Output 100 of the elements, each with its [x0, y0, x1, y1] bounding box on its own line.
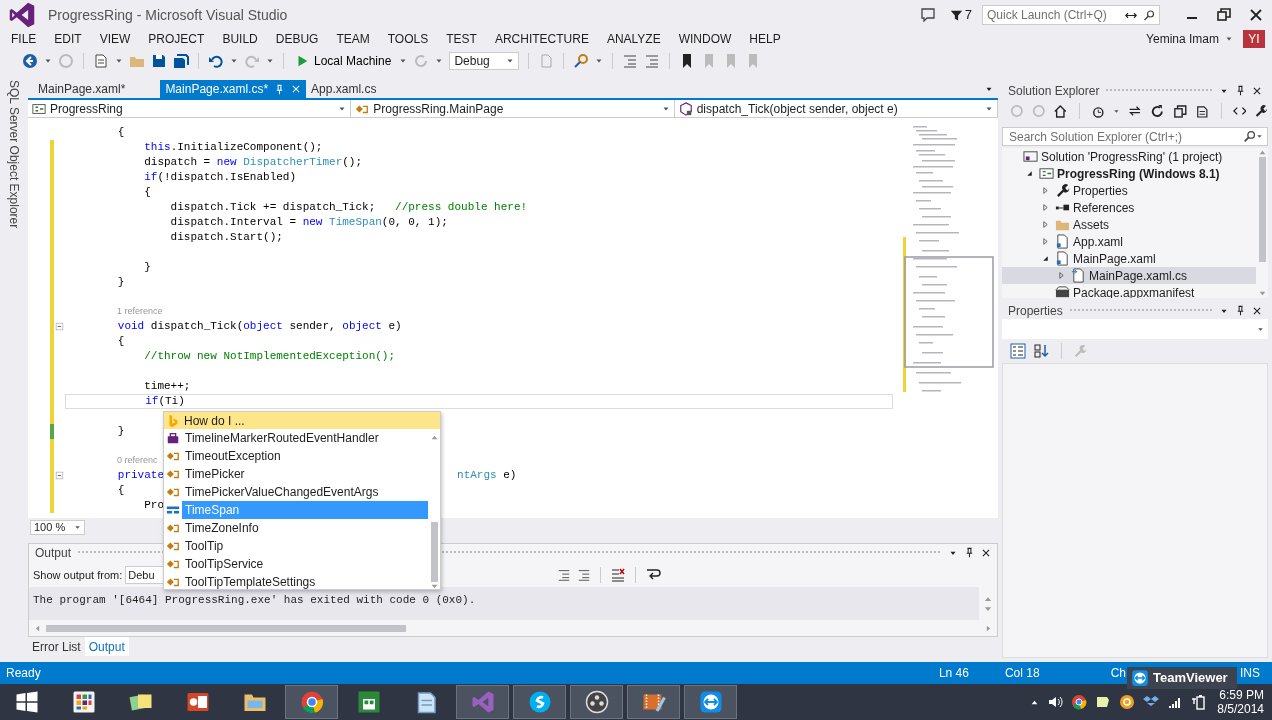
- collapse-all-icon[interactable]: [1172, 103, 1188, 119]
- completion-item[interactable]: ToolTip: [182, 537, 428, 555]
- pin-icon[interactable]: [1235, 305, 1246, 316]
- running-app-tile[interactable]: [285, 685, 338, 719]
- tree-item[interactable]: Assets: [1002, 216, 1256, 233]
- completion-item[interactable]: ToolTipTemplateSettings: [182, 573, 428, 591]
- user-avatar[interactable]: YI: [1243, 30, 1265, 48]
- scroll-left-icon[interactable]: [33, 623, 42, 633]
- scrollbar-thumb[interactable]: [46, 624, 406, 632]
- tree-item[interactable]: ProgressRing (Windows 8.1): [1002, 165, 1256, 182]
- caret-icon[interactable]: [266, 57, 274, 65]
- configuration-dropdown[interactable]: Debug: [449, 52, 520, 70]
- collapsed-icon[interactable]: [1056, 271, 1066, 280]
- completion-item[interactable]: TimelineMarkerRoutedEventHandler: [182, 429, 428, 447]
- menu-item[interactable]: WINDOW: [669, 30, 741, 48]
- save-all-icon[interactable]: [173, 53, 189, 69]
- menu-item[interactable]: FILE: [2, 30, 46, 48]
- tree-item[interactable]: App.xaml: [1002, 233, 1256, 250]
- quick-launch-field[interactable]: Quick Launch (Ctrl+Q): [982, 5, 1160, 25]
- navigation-dropdown[interactable]: ProgressRing: [28, 100, 352, 117]
- close-icon[interactable]: [1252, 305, 1262, 316]
- collapsed-icon[interactable]: [1040, 220, 1050, 229]
- browser-icon[interactable]: [1071, 694, 1088, 710]
- notification-count[interactable]: 7: [964, 5, 972, 25]
- running-app-tile[interactable]: [570, 685, 623, 719]
- collapsed-icon[interactable]: [1040, 237, 1050, 246]
- running-app-tile[interactable]: [684, 685, 737, 719]
- properties-icon[interactable]: [1254, 104, 1268, 118]
- menu-item[interactable]: EDIT: [45, 30, 91, 48]
- menu-item[interactable]: TEST: [437, 30, 486, 48]
- collapse-icon[interactable]: [55, 471, 64, 480]
- start-icon[interactable]: [14, 690, 39, 714]
- app-grid-icon[interactable]: [71, 690, 96, 714]
- clock-time[interactable]: 6:59 PM: [1217, 688, 1264, 702]
- running-app-tile[interactable]: [513, 685, 566, 719]
- tree-item[interactable]: Properties: [1002, 182, 1256, 199]
- run-button[interactable]: Local Machine: [293, 52, 394, 70]
- note-icon[interactable]: [1095, 694, 1112, 710]
- navigation-dropdown[interactable]: ProgressRing.MainPage: [351, 100, 675, 117]
- panel-tab[interactable]: Output: [84, 637, 129, 656]
- menu-item[interactable]: ANALYZE: [597, 30, 670, 48]
- document-tab[interactable]: App.xaml.cs: [306, 80, 382, 98]
- code-icon[interactable]: [1232, 104, 1247, 118]
- caret-icon[interactable]: [230, 57, 238, 65]
- chat-icon[interactable]: [527, 690, 552, 714]
- clear-icon[interactable]: [610, 567, 627, 583]
- caret-icon[interactable]: [595, 57, 604, 65]
- completion-item[interactable]: TimeoutException: [182, 447, 428, 465]
- new-item-icon[interactable]: [93, 53, 109, 69]
- menu-item[interactable]: HELP: [740, 30, 790, 48]
- caret-icon[interactable]: [44, 57, 52, 65]
- menu-item[interactable]: TOOLS: [378, 30, 438, 48]
- completion-item[interactable]: TimePicker: [182, 465, 428, 483]
- close-icon[interactable]: [981, 547, 991, 558]
- collapsed-icon[interactable]: [1040, 186, 1050, 195]
- caret-icon[interactable]: [115, 57, 123, 65]
- search-field[interactable]: Search Solution Explorer (Ctrl+;): [1002, 127, 1268, 146]
- tree-item[interactable]: MainPage.xaml: [1002, 250, 1256, 267]
- find-icon[interactable]: [573, 53, 590, 69]
- caret-icon[interactable]: [1113, 107, 1121, 115]
- menu-item[interactable]: VIEW: [90, 30, 140, 48]
- document-tab[interactable]: MainPage.xaml*: [33, 80, 131, 98]
- navigation-dropdown[interactable]: dispatch_Tick(object sender, object e): [674, 100, 998, 117]
- scroll-up-icon[interactable]: [429, 433, 439, 442]
- menu-item[interactable]: BUILD: [213, 30, 267, 48]
- restore-icon[interactable]: [1216, 7, 1232, 23]
- film-reel-icon[interactable]: [584, 690, 609, 714]
- running-app-tile[interactable]: [456, 685, 509, 719]
- clock-date[interactable]: 8/5/2014: [1217, 702, 1264, 716]
- next-icon[interactable]: [577, 568, 592, 582]
- save-icon[interactable]: [151, 53, 167, 69]
- help-suggestion[interactable]: How do I ...: [164, 412, 440, 429]
- tree-item[interactable]: MainPage.xaml.cs: [1002, 267, 1256, 284]
- pin-icon[interactable]: [964, 547, 975, 558]
- completion-item[interactable]: ToolTipService: [182, 555, 428, 573]
- categorized-icon[interactable]: [1010, 343, 1026, 359]
- browser-icon[interactable]: [299, 690, 324, 714]
- close-icon[interactable]: [1252, 85, 1262, 96]
- close-icon[interactable]: [1248, 7, 1264, 23]
- sync-icon[interactable]: [1128, 104, 1142, 118]
- collapsed-icon[interactable]: [1040, 203, 1050, 212]
- store-icon[interactable]: [356, 690, 381, 714]
- completion-item[interactable]: TimePickerValueChangedEventArgs: [182, 483, 428, 501]
- scrollbar-thumb[interactable]: [430, 522, 438, 582]
- pin-icon[interactable]: [1235, 85, 1246, 96]
- running-app-tile[interactable]: [627, 685, 680, 719]
- refresh-icon[interactable]: [1149, 103, 1165, 119]
- sync-app-icon[interactable]: [1119, 694, 1136, 710]
- scrollbar-thumb[interactable]: [1258, 157, 1266, 262]
- completion-item[interactable]: TimeZoneInfo: [182, 519, 428, 537]
- menu-item[interactable]: DEBUG: [266, 30, 328, 48]
- remote-control-icon[interactable]: [698, 690, 723, 714]
- sort-icon[interactable]: [1034, 343, 1050, 359]
- zoom-dropdown[interactable]: 100 %: [30, 519, 85, 535]
- user-name[interactable]: Yemina Imam: [1146, 30, 1219, 48]
- side-panel-tab[interactable]: SQL Server Object Explorer: [5, 80, 23, 662]
- menu-item[interactable]: TEAM: [327, 30, 379, 48]
- tree-item[interactable]: References: [1002, 199, 1256, 216]
- show-files-icon[interactable]: [1195, 103, 1210, 119]
- panel-tab[interactable]: Error List: [28, 637, 85, 656]
